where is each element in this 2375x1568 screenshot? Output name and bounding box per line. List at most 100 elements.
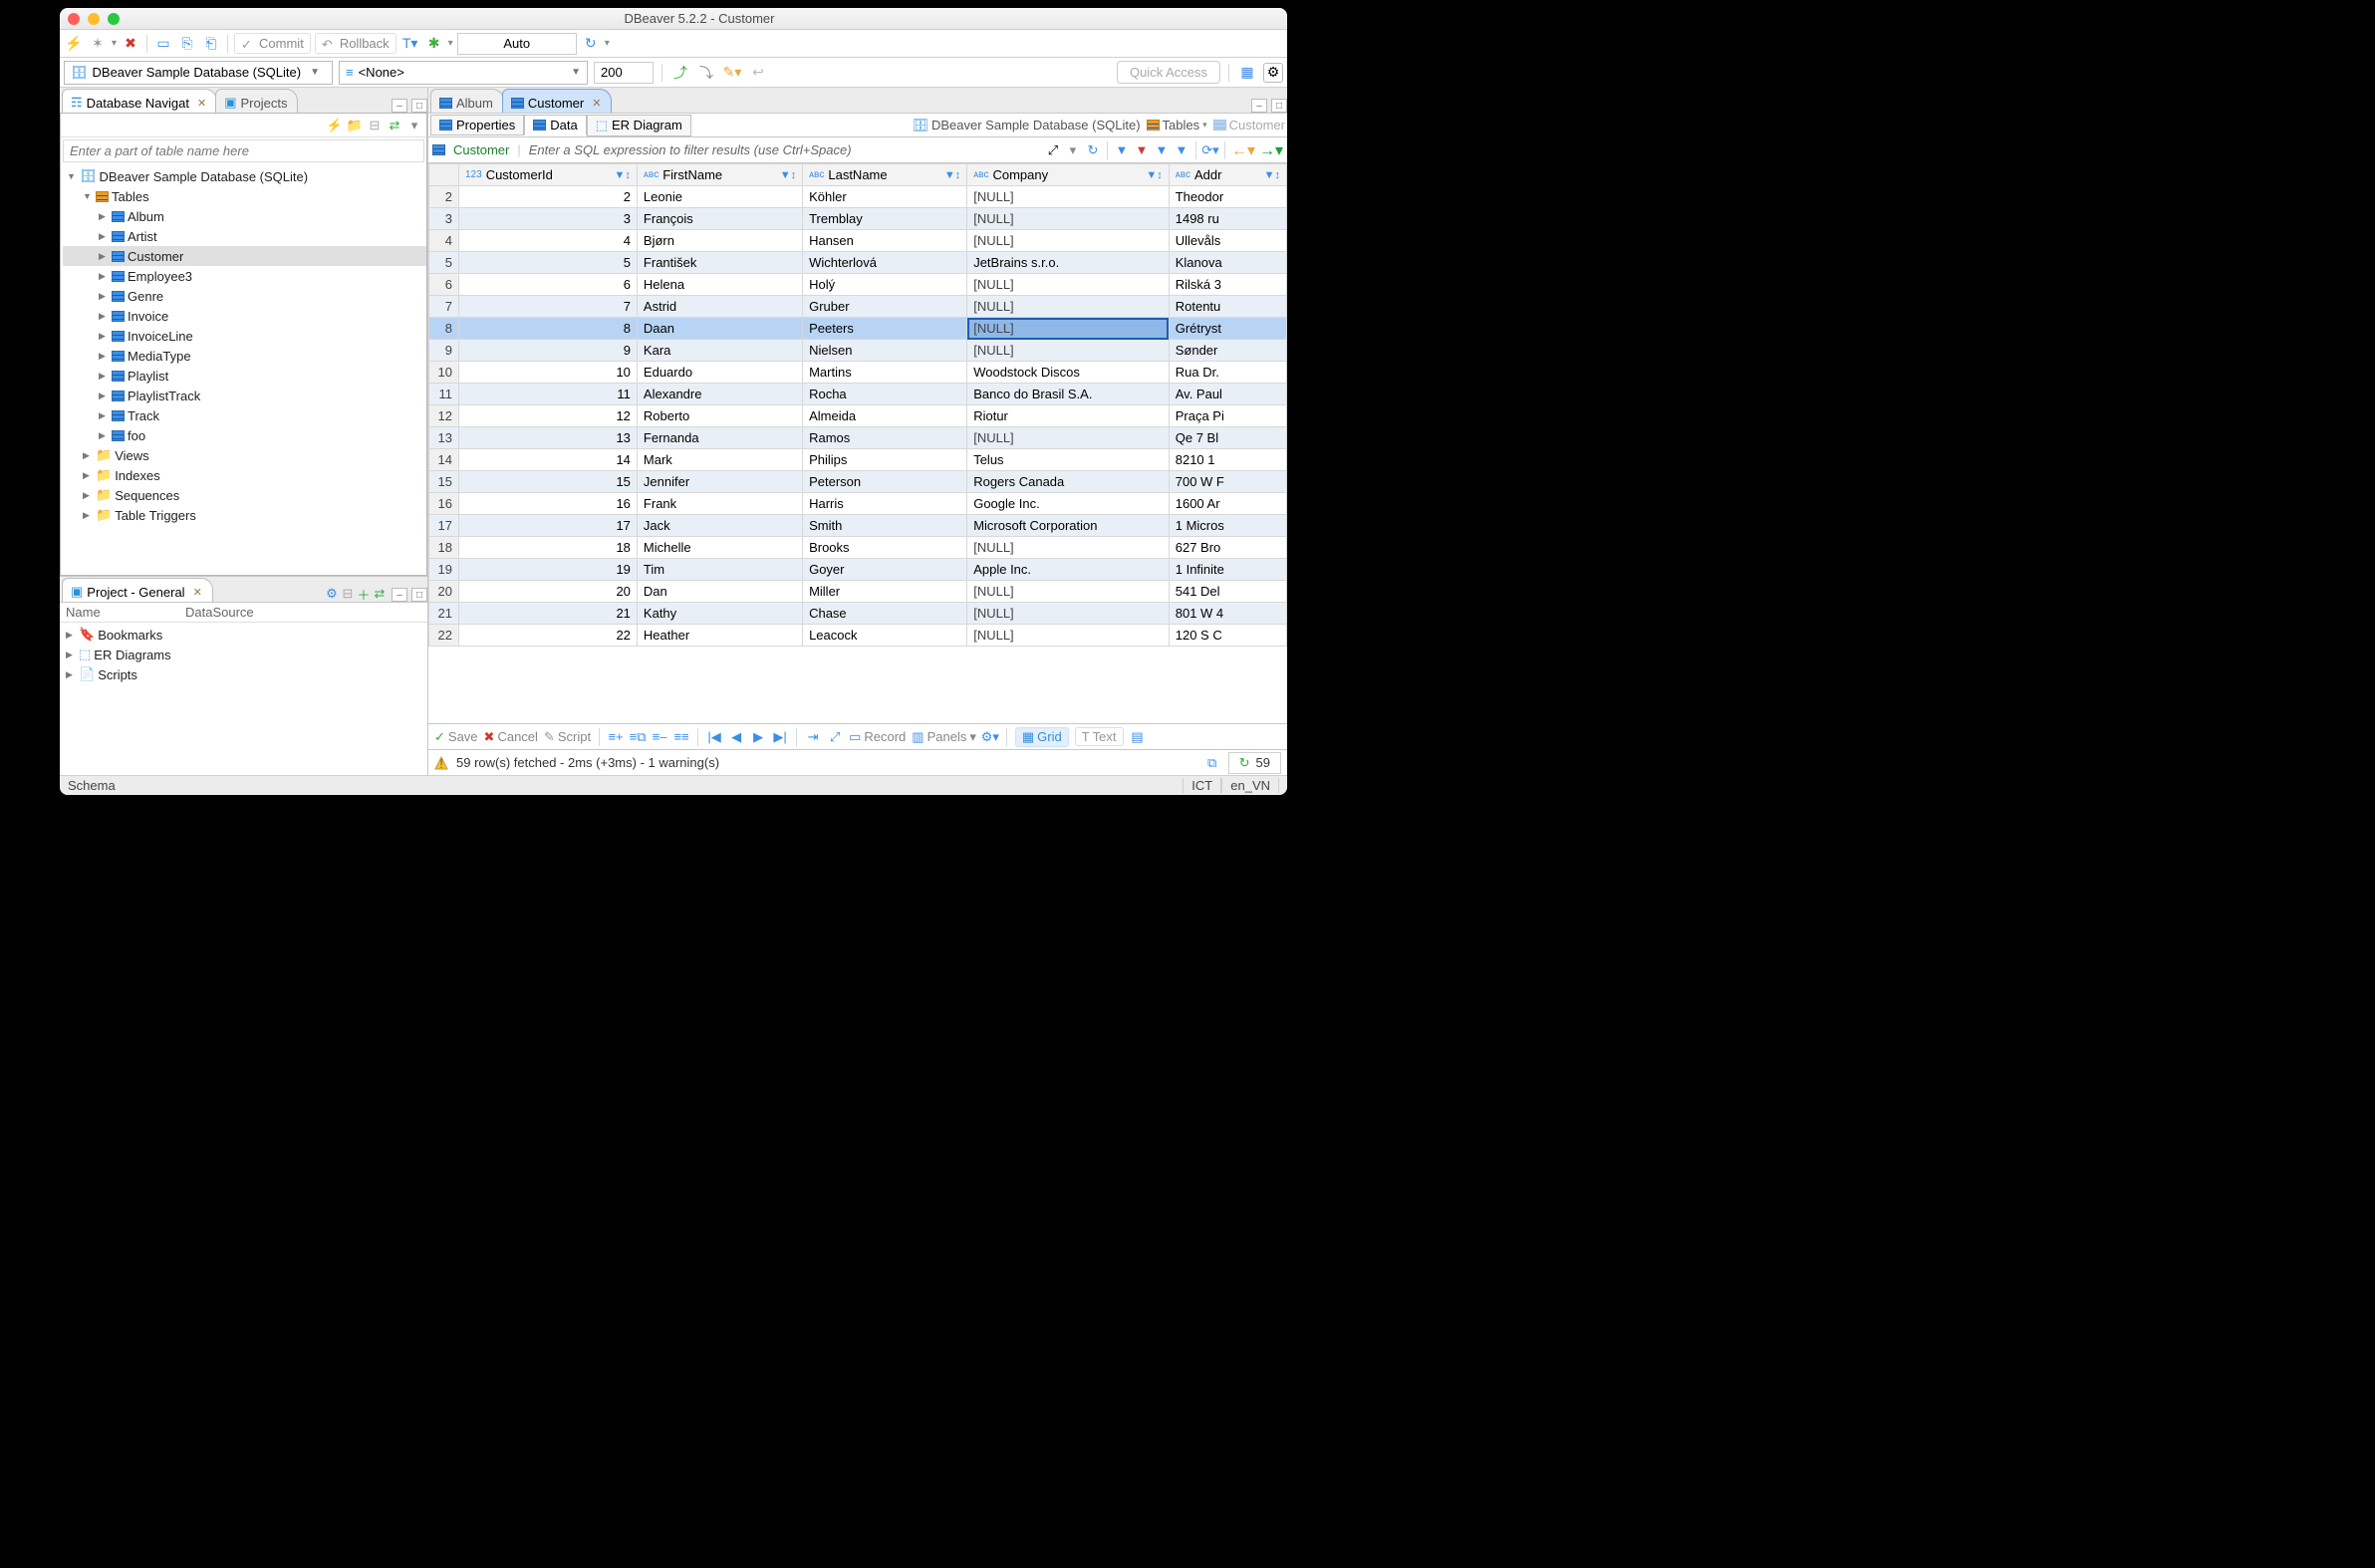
refresh-icon[interactable]: ⟳▾ <box>1202 142 1218 158</box>
cell[interactable]: Wichterlová <box>803 252 967 274</box>
cell[interactable]: Sønder <box>1169 340 1286 362</box>
expand-toggle-icon[interactable]: ▼ <box>67 171 77 181</box>
filter-col-icon[interactable]: ▼ <box>1154 142 1170 158</box>
cell[interactable]: František <box>637 252 802 274</box>
cell[interactable]: Nielsen <box>803 340 967 362</box>
row-number[interactable]: 5 <box>429 252 459 274</box>
cell[interactable]: Tim <box>637 559 802 581</box>
cell[interactable]: Alexandre <box>637 384 802 405</box>
expand-icon[interactable]: ⤢ <box>1045 142 1061 158</box>
disconnect-icon[interactable]: ✶ <box>88 34 108 54</box>
cell[interactable]: Daan <box>637 318 802 340</box>
cell[interactable]: 1 Micros <box>1169 515 1286 537</box>
tree-node[interactable]: ▶📁Indexes <box>63 465 426 485</box>
project-collapse-icon[interactable]: ⊟ <box>340 586 356 602</box>
cell[interactable]: Rilská 3 <box>1169 274 1286 296</box>
table-row[interactable]: 77AstridGruber[NULL]Rotentu <box>429 296 1287 318</box>
cell[interactable]: Grétryst <box>1169 318 1286 340</box>
column-filter-icon[interactable]: ▼↕ <box>1264 169 1280 181</box>
cell[interactable]: Leacock <box>803 625 967 647</box>
expand-toggle-icon[interactable]: ▶ <box>99 311 109 322</box>
row-number[interactable]: 15 <box>429 471 459 493</box>
tree-node[interactable]: ▶Employee3 <box>63 266 426 286</box>
cell[interactable]: 10 <box>459 362 638 384</box>
row-number[interactable]: 10 <box>429 362 459 384</box>
cell[interactable]: [NULL] <box>967 296 1170 318</box>
tree-node[interactable]: ▶foo <box>63 425 426 445</box>
cell[interactable]: Leonie <box>637 186 802 208</box>
cell[interactable]: 801 W 4 <box>1169 603 1286 625</box>
cell[interactable]: [NULL] <box>967 208 1170 230</box>
table-row[interactable]: 1818MichelleBrooks[NULL]627 Bro <box>429 537 1287 559</box>
tree-node[interactable]: ▶InvoiceLine <box>63 326 426 346</box>
cell[interactable]: 9 <box>459 340 638 362</box>
new-folder-icon[interactable]: 📁 <box>347 118 363 133</box>
connect-icon[interactable]: ⚡ <box>64 34 84 54</box>
cell[interactable]: Holý <box>803 274 967 296</box>
copy-row-icon[interactable]: ≡⧉ <box>630 729 646 745</box>
row-number[interactable]: 6 <box>429 274 459 296</box>
expand-toggle-icon[interactable]: ▶ <box>99 331 109 342</box>
commit-button[interactable]: ✓Commit <box>234 33 311 54</box>
table-row[interactable]: 1616FrankHarrisGoogle Inc.1600 Ar <box>429 493 1287 515</box>
column-header-addr[interactable]: ᴀʙᴄ Addr▼↕ <box>1169 164 1286 186</box>
highlight-icon[interactable]: ✎▾ <box>722 63 742 83</box>
project-tree[interactable]: ▶🔖Bookmarks▶⬚ER Diagrams▶📄Scripts <box>60 623 427 775</box>
cell[interactable]: Theodor <box>1169 186 1286 208</box>
minimize-window-button[interactable] <box>88 13 100 25</box>
close-tab-icon[interactable]: ✕ <box>592 97 601 110</box>
row-number[interactable]: 9 <box>429 340 459 362</box>
cell[interactable]: 12 <box>459 405 638 427</box>
column-filter-icon[interactable]: ▼↕ <box>615 169 631 181</box>
tool1-icon[interactable]: ⤴ <box>670 63 690 83</box>
expand-toggle-icon[interactable]: ▶ <box>66 650 76 660</box>
navigator-tree[interactable]: ▼🗄DBeaver Sample Database (SQLite)▼Table… <box>61 164 426 575</box>
table-row[interactable]: 1414MarkPhilipsTelus8210 1 <box>429 449 1287 471</box>
cell[interactable]: 13 <box>459 427 638 449</box>
table-row[interactable]: 1212RobertoAlmeidaRioturPraça Pi <box>429 405 1287 427</box>
cell[interactable]: Rogers Canada <box>967 471 1170 493</box>
tab-project-general[interactable]: ▣ Project - General✕ <box>62 578 213 602</box>
filter-expression-input[interactable]: Enter a SQL expression to filter results… <box>525 142 1041 157</box>
tab-customer[interactable]: Customer ✕ <box>502 89 613 113</box>
cell[interactable]: [NULL] <box>967 274 1170 296</box>
expand-toggle-icon[interactable]: ▶ <box>99 391 109 401</box>
tab-album[interactable]: Album <box>430 89 504 113</box>
expand-toggle-icon[interactable]: ▶ <box>99 251 109 262</box>
expand-toggle-icon[interactable]: ▶ <box>99 410 109 421</box>
cell[interactable]: Klanova <box>1169 252 1286 274</box>
column-header-customerid[interactable]: 123 CustomerId▼↕ <box>459 164 638 186</box>
refresh-count-icon[interactable]: ↻ <box>1239 755 1250 771</box>
project-link-icon[interactable]: ⇄ <box>372 586 388 602</box>
add-row-icon[interactable]: ≡+ <box>608 729 624 745</box>
cell[interactable]: 19 <box>459 559 638 581</box>
cell[interactable]: 17 <box>459 515 638 537</box>
script-button[interactable]: ✎Script <box>544 729 591 745</box>
tab-database-navigator[interactable]: ☶ Database Navigat✕ <box>62 89 217 113</box>
cell[interactable]: Mark <box>637 449 802 471</box>
tree-node[interactable]: ▶Genre <box>63 286 426 306</box>
table-row[interactable]: 1313FernandaRamos[NULL]Qe 7 Bl <box>429 427 1287 449</box>
cell[interactable]: Astrid <box>637 296 802 318</box>
row-number[interactable]: 7 <box>429 296 459 318</box>
tree-node[interactable]: ▶📁Sequences <box>63 485 426 505</box>
column-header-lastname[interactable]: ᴀʙᴄ LastName▼↕ <box>803 164 967 186</box>
breadcrumb-datasource[interactable]: 🗄DBeaver Sample Database (SQLite) <box>912 118 1140 133</box>
cell[interactable]: Av. Paul <box>1169 384 1286 405</box>
cell[interactable]: 541 Del <box>1169 581 1286 603</box>
expand-toggle-icon[interactable]: ▶ <box>99 351 109 362</box>
cell[interactable]: JetBrains s.r.o. <box>967 252 1170 274</box>
rowcount-copy-icon[interactable]: ⧉ <box>1204 755 1220 771</box>
cell[interactable]: 1600 Ar <box>1169 493 1286 515</box>
history-icon[interactable]: ↻ <box>581 34 601 54</box>
import-icon[interactable]: ⤢ <box>827 729 843 745</box>
filter-clear-icon[interactable]: ▼ <box>1134 142 1150 158</box>
tree-node[interactable]: ▼Tables <box>63 186 426 206</box>
data-grid[interactable]: 123 CustomerId▼↕ᴀʙᴄ FirstName▼↕ᴀʙᴄ LastN… <box>428 163 1287 723</box>
cell[interactable]: Martins <box>803 362 967 384</box>
cell[interactable]: 16 <box>459 493 638 515</box>
tree-node[interactable]: ▶📁Views <box>63 445 426 465</box>
tree-node[interactable]: ▶MediaType <box>63 346 426 366</box>
cell[interactable]: Kathy <box>637 603 802 625</box>
cell[interactable]: 7 <box>459 296 638 318</box>
